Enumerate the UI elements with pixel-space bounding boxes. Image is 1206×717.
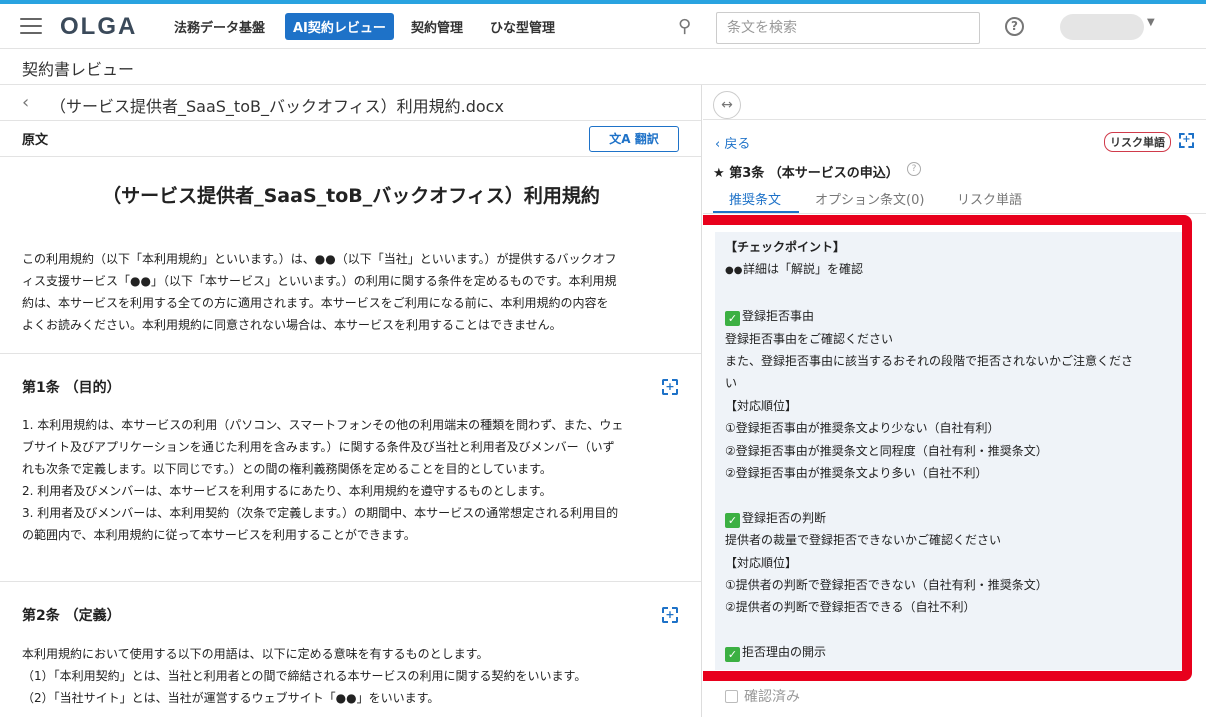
nav-item-contract-management[interactable]: 契約管理 <box>411 17 463 36</box>
article-1-heading: 第1条 （目的） <box>22 380 121 396</box>
text-line: の範囲内で、本利用規約に従って本サービスを利用することができます。 <box>22 528 416 542</box>
chevron-down-icon[interactable]: ▼ <box>1147 17 1155 28</box>
review-pane: ↔ ‹ 戻る リスク単語 + ★ 第3条 （本サービスの申込） ? 推奨条文 オ… <box>703 85 1206 717</box>
search-input[interactable] <box>716 12 980 44</box>
translate-label: 翻訳 <box>634 132 659 146</box>
review-tabs: 推奨条文 オプション条文(0) リスク単語 <box>713 187 1203 213</box>
document-pane: ‹ （サービス提供者_SaaS_toB_バックオフィス）利用規約.docx 原文… <box>0 85 702 717</box>
top-navigation: OLGA 法務データ基盤 AI契約レビュー 契約管理 ひな型管理 ⚲ ? ▼ <box>0 4 1206 49</box>
article-2-heading: 第2条 （定義） <box>22 608 121 624</box>
help-icon[interactable]: ? <box>1005 17 1024 36</box>
translate-button[interactable]: 文A 翻訳 <box>589 126 679 152</box>
text-line: （1）「本利用契約」とは、当社と利用者との間で締結される本サービスの利用に関する… <box>22 669 587 683</box>
text-line: よくお読みください。本利用規約に同意されない場合は、本サービスを利用することはで… <box>22 318 562 332</box>
help-icon[interactable]: ? <box>907 162 921 176</box>
text-line: 3. 利用者及びメンバーは、本利用契約（次条で定義します。）の期間中、本サービス… <box>22 506 619 520</box>
expand-icon[interactable]: + <box>662 379 678 395</box>
article-2-body: 本利用規約において使用する以下の用語は、以下に定める意味を有するものとします。 … <box>22 643 676 709</box>
text-line: ブサイト及びアプリケーションを通じた利用を含みます。）に関する条件及び当社と利用… <box>22 440 615 454</box>
menu-icon[interactable] <box>20 18 42 35</box>
checkbox-icon[interactable] <box>725 690 738 703</box>
document-title: （サービス提供者_SaaS_toB_バックオフィス）利用規約 <box>102 185 600 207</box>
chevron-left-icon: ‹ <box>715 137 725 152</box>
nav-item-ai-review[interactable]: AI契約レビュー <box>285 13 394 40</box>
swap-horizontal-icon[interactable]: ↔ <box>713 91 741 119</box>
translate-icon: 文A <box>609 132 635 146</box>
clause-title-text: 第3条 （本サービスの申込） <box>729 166 899 181</box>
tab-options[interactable]: オプション条文(0) <box>815 189 924 208</box>
text-line: 本利用規約において使用する以下の用語は、以下に定める意味を有するものとします。 <box>22 647 489 661</box>
pane-divider <box>703 119 1206 120</box>
text-line: 約は、本サービスを利用する全ての方に適用されます。本サービスをご利用になる前に、… <box>22 296 609 310</box>
expand-icon[interactable]: + <box>1179 133 1194 148</box>
chevron-left-icon[interactable]: ‹ <box>22 92 29 113</box>
tabs-border <box>703 213 1206 214</box>
confirmed-checkbox[interactable]: 確認済み <box>725 686 800 706</box>
person-search-icon[interactable]: ⚲ <box>678 16 691 37</box>
back-label: 戻る <box>724 137 751 152</box>
nav-item-legal-data[interactable]: 法務データ基盤 <box>174 17 265 36</box>
back-link[interactable]: ‹ 戻る <box>715 133 750 152</box>
intro-paragraph: この利用規約（以下「本利用規約」といいます。）は、●●（以下「当社」といいます。… <box>22 248 676 336</box>
original-bar: 原文 文A 翻訳 <box>0 121 701 157</box>
app-logo[interactable]: OLGA <box>60 13 137 41</box>
text-line: 1. 本利用規約は、本サービスの利用（パソコン、スマートフォンその他の利用端末の… <box>22 418 624 432</box>
text-line: ィス支援サービス「●●」（以下「本サービス」といいます。）の利用に関する条件を定… <box>22 274 617 288</box>
star-icon: ★ <box>713 166 730 181</box>
page-header: 契約書レビュー <box>0 50 1206 85</box>
original-label: 原文 <box>22 133 49 148</box>
tab-recommended[interactable]: 推奨条文 <box>729 189 781 208</box>
section-divider <box>0 353 701 354</box>
section-divider <box>0 581 701 582</box>
text-line: この利用規約（以下「本利用規約」といいます。）は、●●（以下「当社」といいます。… <box>22 252 617 266</box>
expand-icon[interactable]: + <box>662 607 678 623</box>
page-title: 契約書レビュー <box>22 60 135 79</box>
text-line: 2. 利用者及びメンバーは、本サービスを利用するにあたり、本利用規約を遵守するも… <box>22 484 552 498</box>
risk-word-badge[interactable]: リスク単語 <box>1104 132 1171 152</box>
text-line: れも次条で定義します。以下同じです。）との間の権利義務関係を定めることを目的とし… <box>22 462 552 476</box>
confirmed-label: 確認済み <box>744 689 800 705</box>
user-avatar[interactable] <box>1060 14 1144 40</box>
nav-item-template-management[interactable]: ひな型管理 <box>490 17 555 36</box>
clause-title: ★ 第3条 （本サービスの申込） <box>713 162 899 181</box>
highlight-frame <box>703 215 1192 681</box>
text-line: （2）「当社サイト」とは、当社が運営するウェブサイト「●●」をいいます。 <box>22 691 440 705</box>
document-filename: （サービス提供者_SaaS_toB_バックオフィス）利用規約.docx <box>50 97 504 116</box>
tab-risk-words[interactable]: リスク単語 <box>957 189 1022 208</box>
document-bar: ‹ （サービス提供者_SaaS_toB_バックオフィス）利用規約.docx <box>0 85 701 121</box>
article-1-body: 1. 本利用規約は、本サービスの利用（パソコン、スマートフォンその他の利用端末の… <box>22 414 676 546</box>
